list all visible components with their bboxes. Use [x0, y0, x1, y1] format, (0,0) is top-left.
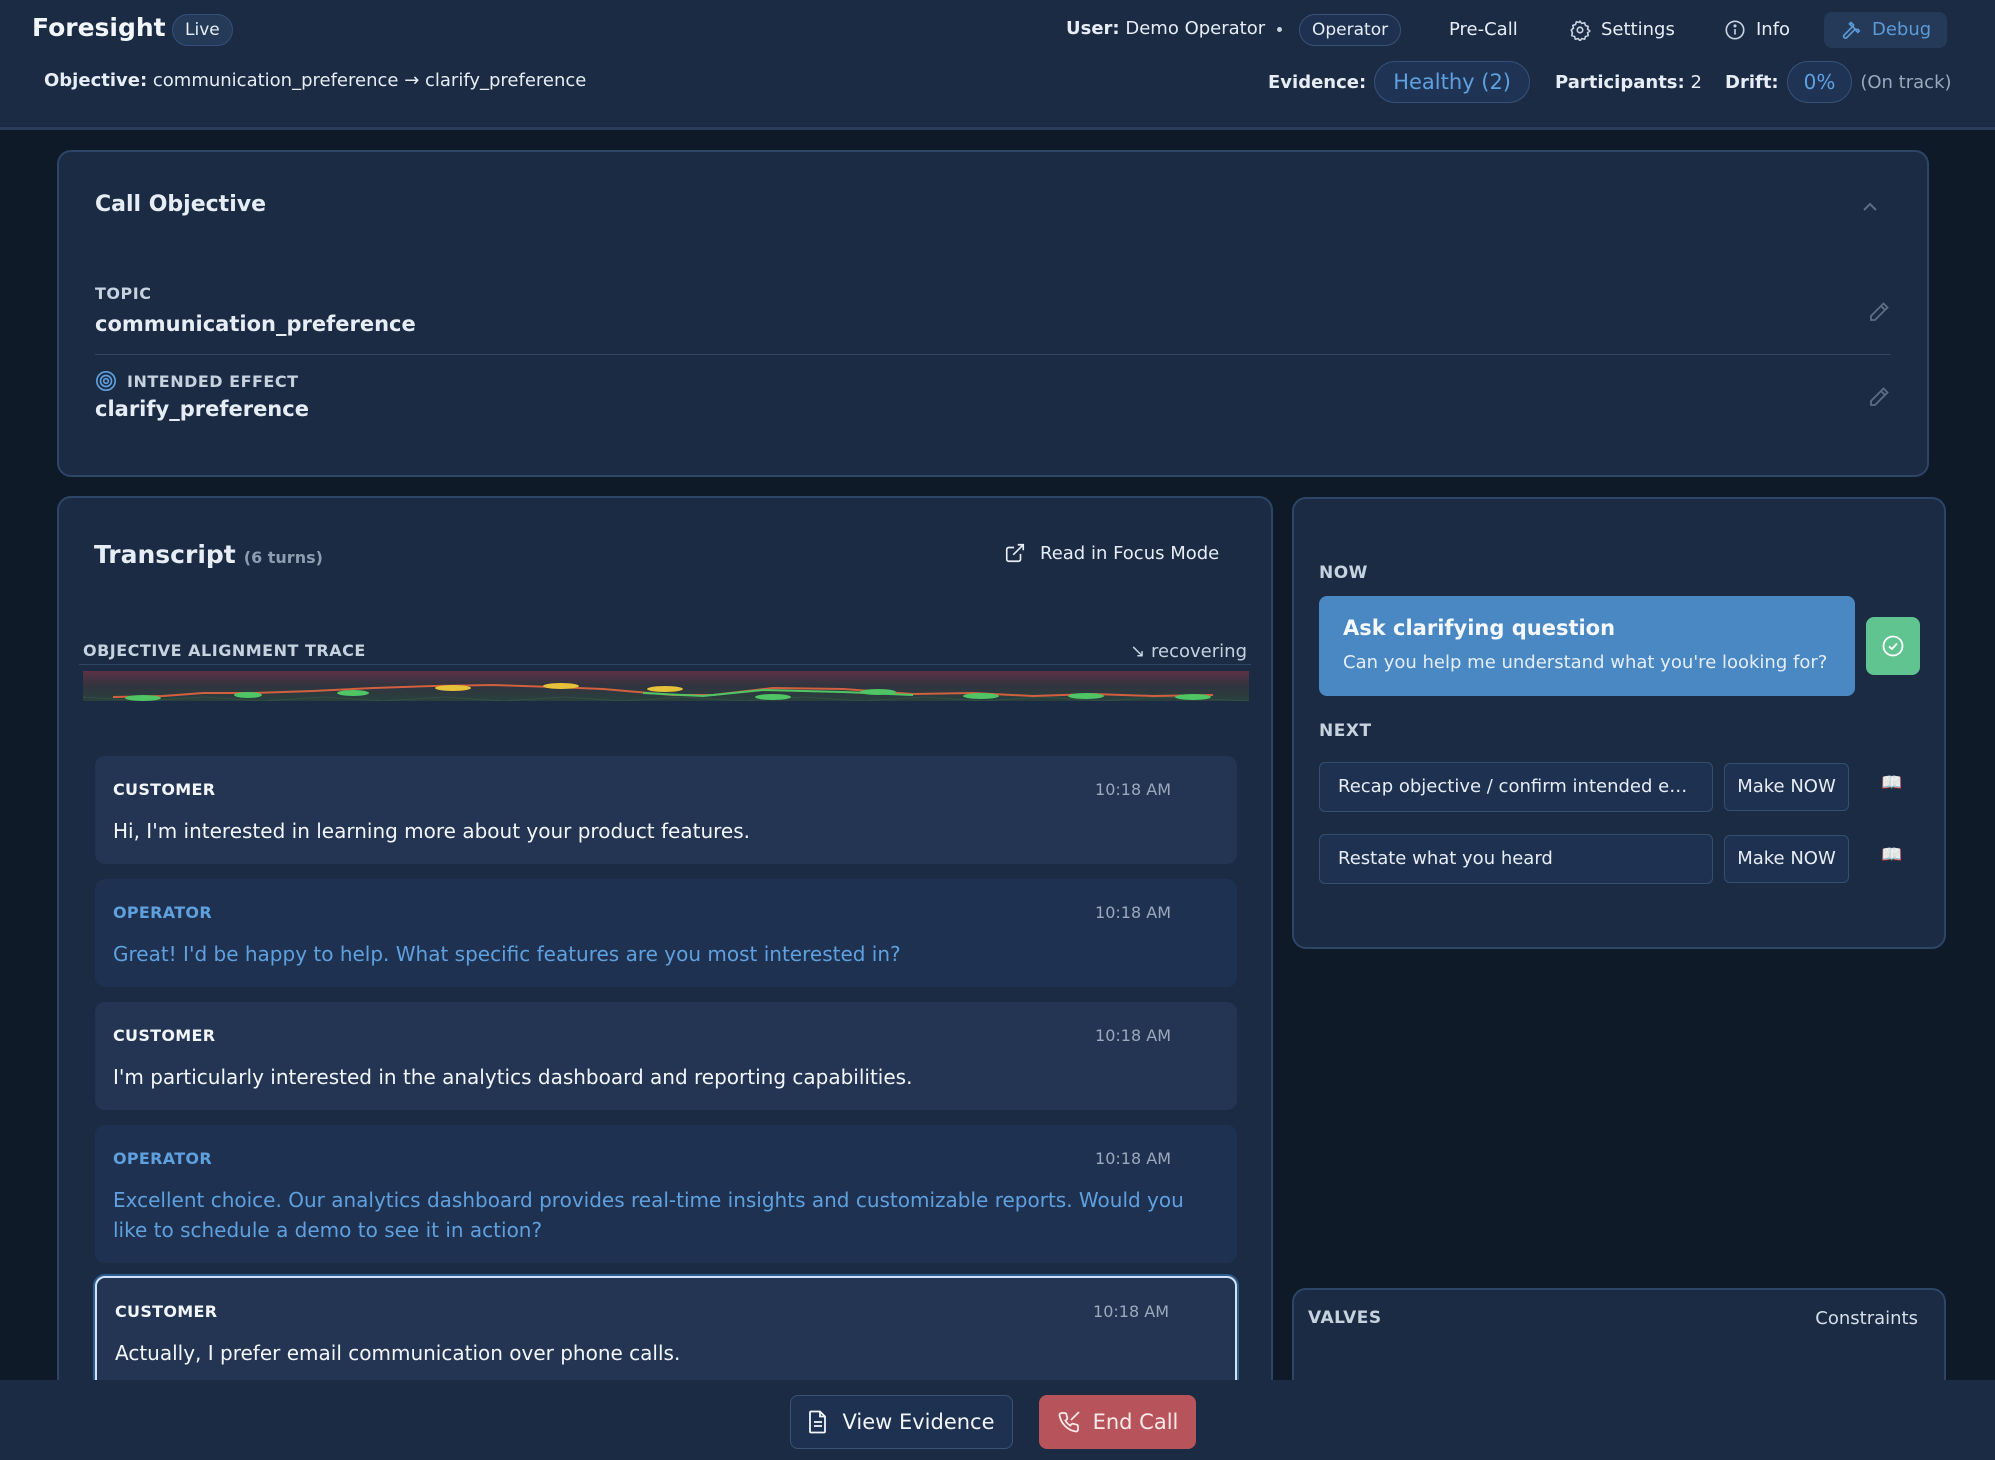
alignment-trace-status: ↘ recovering — [1130, 641, 1247, 662]
wrench-icon — [1842, 21, 1861, 39]
drift-status: Drift: 0% (On track) — [1725, 61, 1952, 103]
book-icon[interactable]: 📖 — [1881, 773, 1902, 793]
transcript-message[interactable]: OPERATOR 10:18 AM Great! I'd be happy to… — [95, 879, 1237, 987]
nav-settings-label: Settings — [1601, 19, 1675, 40]
transcript-card: Transcript (6 turns) Read in Focus Mode O… — [57, 496, 1273, 1460]
message-speaker: CUSTOMER — [113, 1026, 216, 1045]
target-icon — [96, 371, 116, 391]
next-label: NEXT — [1319, 721, 1372, 741]
message-speaker: OPERATOR — [113, 1149, 212, 1168]
message-time: 10:18 AM — [1093, 1302, 1169, 1321]
call-objective-card: Call Objective TOPIC communication_prefe… — [57, 150, 1929, 477]
alignment-trace-label: OBJECTIVE ALIGNMENT TRACE — [83, 641, 366, 660]
participants-status: Participants: 2 — [1555, 72, 1702, 93]
nav-debug-label: Debug — [1872, 19, 1932, 40]
user-name: Demo Operator — [1125, 18, 1266, 39]
drift-badge: 0% — [1786, 61, 1853, 103]
drift-status-text: (On track) — [1860, 71, 1952, 93]
intended-effect-label: INTENDED EFFECT — [127, 371, 299, 391]
message-speaker: CUSTOMER — [113, 780, 216, 799]
action-guidance-card: NOW Ask clarifying question Can you help… — [1292, 497, 1946, 949]
bottom-action-bar: View Evidence End Call — [0, 1380, 1995, 1460]
transcript-message[interactable]: CUSTOMER 10:18 AM I'm particularly inter… — [95, 1002, 1237, 1110]
message-time: 10:18 AM — [1095, 780, 1171, 799]
nav-precall-label: Pre-Call — [1449, 19, 1518, 40]
next-action-item[interactable]: Restate what you heard — [1319, 834, 1713, 884]
topic-label: TOPIC — [95, 284, 152, 303]
top-header: Foresight Live User: Demo Operator Opera… — [0, 0, 1995, 130]
edit-effect-pencil-icon[interactable] — [1867, 385, 1891, 409]
transcript-title: Transcript — [94, 540, 236, 569]
separator-dot — [1277, 27, 1282, 32]
intended-effect-header: INTENDED EFFECT — [95, 370, 299, 392]
nav-info[interactable]: Info — [1724, 12, 1790, 48]
phone-off-icon — [1058, 1411, 1080, 1433]
now-action-card[interactable]: Ask clarifying question Can you help me … — [1319, 596, 1855, 696]
user-info: User: Demo Operator — [1066, 18, 1265, 39]
app-logo-title: Foresight — [32, 13, 166, 42]
call-objective-title: Call Objective — [95, 192, 267, 217]
intended-effect-value: clarify_preference — [95, 397, 309, 421]
evidence-badge[interactable]: Healthy (2) — [1374, 61, 1530, 103]
nav-settings[interactable]: Settings — [1569, 12, 1675, 48]
alignment-trace-sparkline — [83, 671, 1249, 701]
evidence-label: Evidence: — [1268, 71, 1367, 93]
message-text: Actually, I prefer email communication o… — [115, 1341, 681, 1365]
make-now-button[interactable]: Make NOW — [1724, 763, 1849, 811]
header-objective: Objective: communication_preference → cl… — [44, 70, 586, 91]
edit-topic-pencil-icon[interactable] — [1867, 300, 1891, 324]
message-text: Hi, I'm interested in learning more abou… — [113, 819, 750, 843]
message-time: 10:18 AM — [1095, 1149, 1171, 1168]
transcript-message-selected[interactable]: CUSTOMER 10:18 AM Actually, I prefer ema… — [95, 1276, 1237, 1396]
divider — [95, 354, 1891, 355]
next-action-item[interactable]: Recap objective / confirm intended effec… — [1319, 762, 1713, 812]
transcript-title-row: Transcript (6 turns) — [94, 540, 323, 569]
nav-info-label: Info — [1756, 19, 1791, 40]
now-action-title: Ask clarifying question — [1343, 616, 1616, 640]
now-label: NOW — [1319, 563, 1368, 583]
gear-icon — [1570, 19, 1591, 41]
end-call-label: End Call — [1092, 1410, 1179, 1434]
focus-mode-label: Read in Focus Mode — [1040, 542, 1220, 564]
transcript-message[interactable]: CUSTOMER 10:18 AM Hi, I'm interested in … — [95, 756, 1237, 864]
transcript-message[interactable]: OPERATOR 10:18 AM Excellent choice. Our … — [95, 1125, 1237, 1263]
message-text: Excellent choice. Our analytics dashboar… — [113, 1188, 1184, 1242]
role-badge[interactable]: Operator — [1299, 14, 1402, 46]
divider — [79, 664, 1251, 665]
document-icon — [809, 1410, 827, 1434]
turn-count: (6 turns) — [243, 548, 323, 567]
nav-precall[interactable]: Pre-Call — [1449, 12, 1518, 48]
check-circle-icon — [1882, 635, 1904, 657]
nav-debug[interactable]: Debug — [1824, 12, 1948, 48]
complete-action-button[interactable] — [1866, 617, 1920, 675]
constraints-link[interactable]: Constraints — [1815, 1308, 1918, 1329]
message-speaker: CUSTOMER — [115, 1302, 218, 1321]
user-label: User: — [1066, 18, 1120, 39]
message-text: I'm particularly interested in the analy… — [113, 1065, 913, 1089]
make-now-button[interactable]: Make NOW — [1724, 835, 1849, 883]
objective-value: communication_preference → clarify_prefe… — [152, 70, 587, 91]
chevron-up-icon[interactable] — [1861, 198, 1879, 217]
evidence-status: Evidence: Healthy (2) — [1268, 61, 1530, 103]
message-speaker: OPERATOR — [113, 903, 212, 922]
valves-label: VALVES — [1308, 1308, 1382, 1328]
message-text: Great! I'd be happy to help. What specif… — [113, 942, 901, 966]
participants-label: Participants: — [1555, 72, 1685, 93]
drift-label: Drift: — [1725, 71, 1779, 93]
end-call-button[interactable]: End Call — [1039, 1395, 1196, 1449]
view-evidence-button[interactable]: View Evidence — [790, 1395, 1013, 1449]
message-time: 10:18 AM — [1095, 1026, 1171, 1045]
focus-mode-button[interactable]: Read in Focus Mode — [1004, 542, 1219, 564]
now-action-prompt: Can you help me understand what you're l… — [1343, 652, 1828, 673]
live-badge: Live — [172, 14, 233, 46]
external-link-icon — [1005, 543, 1025, 563]
info-icon — [1725, 20, 1745, 40]
objective-label: Objective: — [44, 70, 148, 91]
topic-value: communication_preference — [95, 312, 416, 336]
message-time: 10:18 AM — [1095, 903, 1171, 922]
participants-count: 2 — [1690, 72, 1702, 93]
view-evidence-label: View Evidence — [842, 1410, 995, 1434]
book-icon[interactable]: 📖 — [1881, 845, 1902, 865]
